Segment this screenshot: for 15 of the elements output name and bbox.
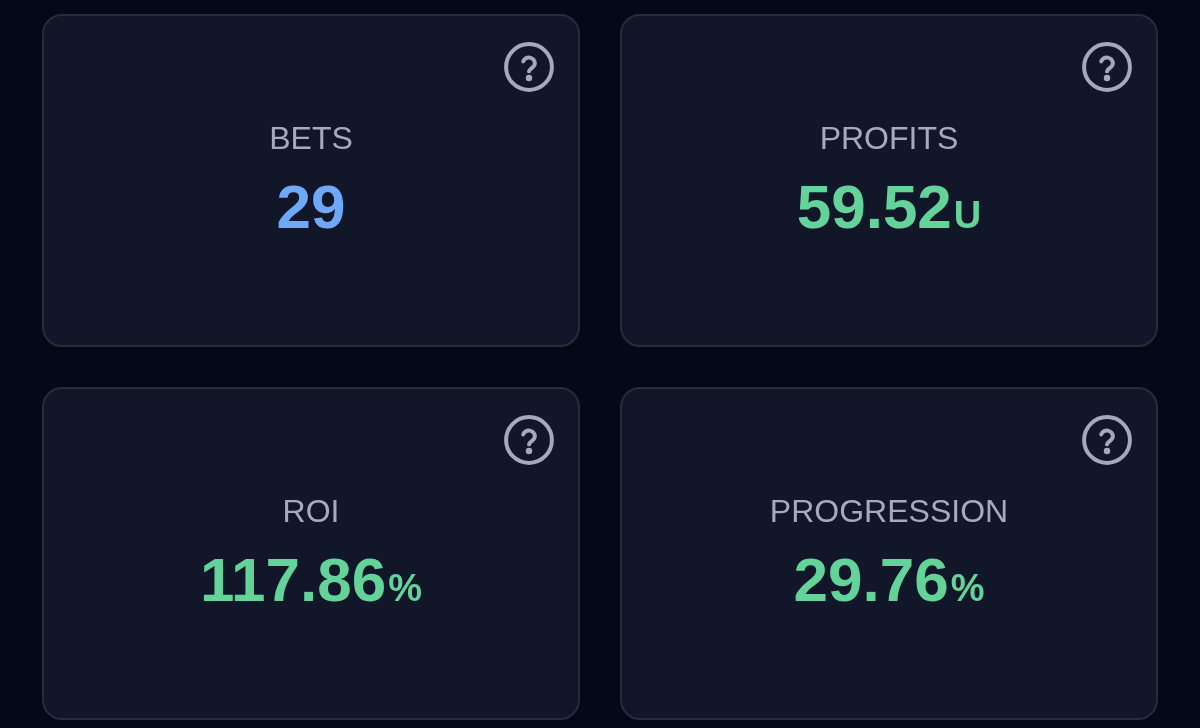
stat-label: PROFITS (819, 120, 959, 156)
help-icon[interactable] (504, 415, 554, 465)
stat-unit: U (953, 195, 982, 235)
stat-unit: % (388, 568, 422, 608)
stat-value: 117.86 (200, 548, 387, 612)
help-icon[interactable] (1082, 42, 1132, 92)
stat-value: 29.76 (793, 548, 949, 612)
stat-value: 59.52 (796, 175, 952, 239)
stat-label: BETS (269, 120, 353, 156)
help-icon[interactable] (1082, 415, 1132, 465)
stat-label: PROGRESSION (769, 493, 1009, 529)
help-icon[interactable] (504, 42, 554, 92)
stat-value: 29 (276, 175, 346, 239)
stat-label: ROI (282, 493, 340, 529)
stat-unit: % (950, 568, 985, 608)
